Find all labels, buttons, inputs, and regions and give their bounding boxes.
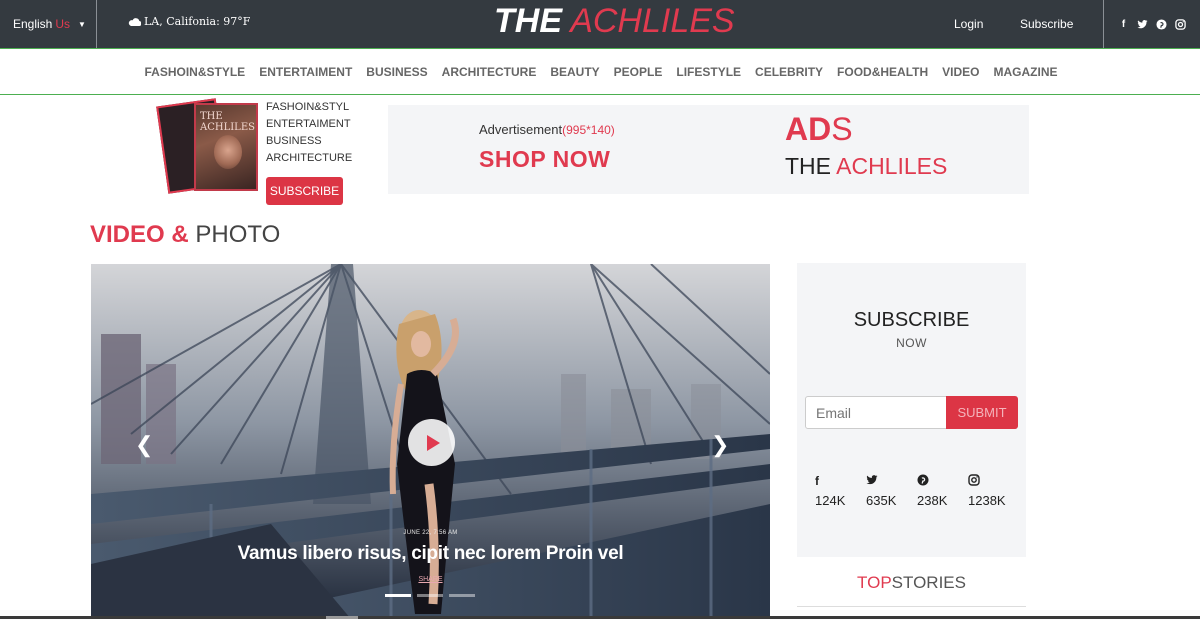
top-bar: English Us ▼ LA, Califonia: 97°F THE ACH… (0, 0, 1200, 48)
section-title: VIDEO & PHOTO (90, 221, 281, 248)
magazine-covers[interactable]: THE ACHLILES (156, 98, 260, 195)
logo-name: ACHLILES (570, 2, 735, 40)
cover-portrait (214, 135, 242, 169)
magazine-topic[interactable]: BUSINESS (266, 133, 352, 150)
hero-headline[interactable]: Vamus libero risus, cipit nec lorem Proi… (91, 543, 770, 565)
carousel-indicators (385, 594, 475, 597)
magazine-topic[interactable]: FASHOIN&STYL (266, 99, 352, 116)
video-hero-carousel[interactable]: ❮ ❯ JUNE 22, 7:56 AM Vamus libero risus,… (91, 264, 770, 619)
carousel-indicator[interactable] (449, 594, 475, 597)
nav-item-architecture[interactable]: ARCHITECTURE (442, 65, 537, 79)
subscribe-panel: SUBSCRIBE NOW SUBMIT f 124K 635K 238K 12… (797, 263, 1026, 557)
ad-brand: THE ACHLILES (785, 153, 948, 179)
magazine-promo: THE ACHLILES FASHOIN&STYL ENTERTAIMENT B… (156, 98, 360, 209)
divider (797, 606, 1026, 607)
subscribe-title: SUBSCRIBE (853, 309, 970, 331)
magazine-topic[interactable]: ARCHITECTURE (266, 150, 352, 167)
social-count: 1238K (968, 493, 1006, 508)
twitter-icon[interactable] (1137, 19, 1148, 30)
social-count: 635K (866, 493, 897, 508)
email-field[interactable] (805, 396, 947, 429)
nav-item-lifestyle[interactable]: LIFESTYLE (676, 65, 741, 79)
twitter-icon (866, 474, 917, 490)
ads-heading: ADS (785, 111, 853, 147)
social-links-top: f (1103, 0, 1200, 48)
facebook-icon[interactable]: f (1118, 19, 1129, 30)
chevron-down-icon: ▼ (78, 19, 86, 29)
social-stat-pinterest[interactable]: 238K (917, 474, 968, 508)
facebook-icon: f (815, 474, 819, 488)
language-region: Us (55, 17, 71, 31)
site-logo[interactable]: THE ACHLILES (494, 2, 735, 41)
language-selector[interactable]: English Us ▼ (0, 0, 97, 48)
instagram-icon[interactable] (1175, 18, 1186, 30)
nav-item-business[interactable]: BUSINESS (366, 65, 427, 79)
nav-item-entertainment[interactable]: ENTERTAIMENT (259, 65, 352, 79)
weather-widget: LA, Califonia: 97°F (128, 15, 250, 28)
nav-item-beauty[interactable]: BEAUTY (550, 65, 599, 79)
share-link[interactable]: SHARE (91, 576, 770, 583)
language-label: English (13, 17, 53, 31)
play-icon (427, 434, 440, 451)
nav-item-people[interactable]: PEOPLE (614, 65, 663, 79)
social-count: 238K (917, 493, 948, 508)
cloud-icon (128, 18, 141, 26)
nav-item-magazine[interactable]: MAGAZINE (994, 65, 1058, 79)
shop-now-link[interactable]: SHOP NOW (479, 146, 610, 173)
nav-item-video[interactable]: VIDEO (942, 65, 979, 79)
magazine-cover-front: THE ACHLILES (194, 103, 258, 191)
subscribe-link[interactable]: Subscribe (1020, 17, 1073, 31)
submit-button[interactable]: SUBMIT (946, 396, 1018, 429)
carousel-prev-icon[interactable]: ❮ (135, 432, 153, 458)
nav-item-celebrity[interactable]: CELEBRITY (755, 65, 823, 79)
carousel-indicator[interactable] (385, 594, 411, 597)
weather-text: LA, Califonia: 97°F (144, 15, 251, 28)
pinterest-icon (917, 474, 968, 490)
magazine-topic-list: FASHOIN&STYL ENTERTAIMENT BUSINESS ARCHI… (266, 99, 352, 167)
magazine-topic[interactable]: ENTERTAIMENT (266, 116, 352, 133)
nav-item-fashion[interactable]: FASHOIN&STYLE (145, 65, 246, 79)
instagram-icon (968, 474, 1019, 490)
login-link[interactable]: Login (954, 17, 983, 31)
pinterest-icon[interactable] (1156, 18, 1167, 30)
ad-size: (995*140) (562, 123, 615, 137)
social-count: 124K (815, 493, 846, 508)
ad-label: Advertisement(995*140) (479, 122, 615, 137)
main-nav: FASHOIN&STYLE ENTERTAIMENT BUSINESS ARCH… (0, 48, 1200, 95)
social-stat-instagram[interactable]: 1238K (968, 474, 1019, 508)
logo-the: THE (494, 2, 562, 40)
cover-title: THE ACHLILES (200, 111, 255, 133)
hero-date: JUNE 22, 7:56 AM (403, 530, 458, 536)
nav-item-food-health[interactable]: FOOD&HEALTH (837, 65, 928, 79)
play-button[interactable] (408, 419, 455, 466)
advertisement-banner[interactable]: Advertisement(995*140) SHOP NOW ADS THE … (388, 105, 1029, 194)
carousel-next-icon[interactable]: ❯ (711, 432, 729, 458)
magazine-subscribe-button[interactable]: SUBSCRIBE (266, 177, 343, 205)
carousel-indicator[interactable] (417, 594, 443, 597)
subscribe-subtitle: NOW (896, 336, 927, 350)
social-stat-facebook[interactable]: f 124K (815, 474, 866, 508)
top-stories-heading: TOPSTORIES (857, 573, 966, 592)
social-stat-twitter[interactable]: 635K (866, 474, 917, 508)
social-stats: f 124K 635K 238K 1238K (815, 474, 1019, 508)
